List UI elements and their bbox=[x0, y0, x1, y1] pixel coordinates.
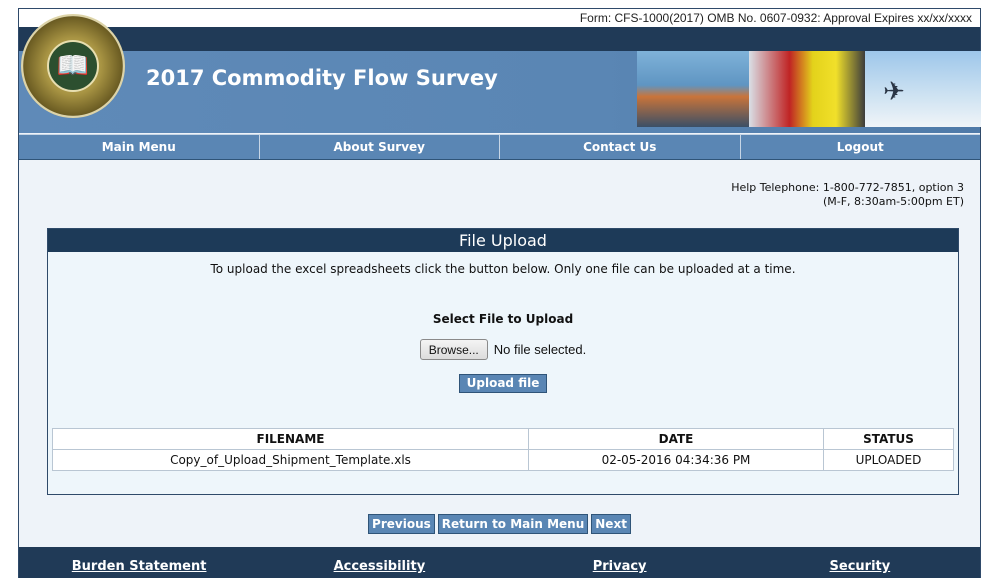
census-seal-logo: 📖 bbox=[21, 14, 125, 118]
previous-button[interactable]: Previous bbox=[368, 514, 435, 534]
next-button[interactable]: Next bbox=[591, 514, 631, 534]
panel-title: File Upload bbox=[48, 229, 958, 252]
file-picker: Browse... No file selected. bbox=[48, 339, 958, 360]
table-row: Copy_of_Upload_Shipment_Template.xls 02-… bbox=[52, 449, 954, 471]
nav-about-survey[interactable]: About Survey bbox=[260, 135, 500, 159]
airplane-photo: ✈ bbox=[865, 51, 981, 127]
form-info-line: Form: CFS-1000(2017) OMB No. 0607-0932: … bbox=[19, 9, 980, 27]
nav-main-menu[interactable]: Main Menu bbox=[19, 135, 260, 159]
trucks-photo bbox=[749, 51, 865, 127]
col-date: DATE bbox=[528, 428, 824, 450]
upload-instructions: To upload the excel spreadsheets click t… bbox=[210, 262, 796, 276]
no-file-status: No file selected. bbox=[493, 342, 587, 357]
cell-date: 02-05-2016 04:34:36 PM bbox=[528, 449, 824, 471]
footer-accessibility[interactable]: Accessibility bbox=[259, 559, 499, 578]
table-header-row: FILENAME DATE STATUS bbox=[52, 428, 954, 450]
footer: Burden Statement Accessibility Privacy S… bbox=[19, 547, 980, 578]
help-info: Help Telephone: 1-800-772-7851, option 3… bbox=[731, 181, 964, 209]
page-frame: Form: CFS-1000(2017) OMB No. 0607-0932: … bbox=[18, 8, 981, 578]
help-telephone: Help Telephone: 1-800-772-7851, option 3 bbox=[731, 181, 964, 194]
footer-security[interactable]: Security bbox=[740, 559, 980, 578]
site-title: 2017 Commodity Flow Survey bbox=[146, 66, 498, 90]
footer-privacy[interactable]: Privacy bbox=[500, 559, 740, 578]
col-filename: FILENAME bbox=[52, 428, 529, 450]
browse-button[interactable]: Browse... bbox=[419, 339, 488, 360]
nav-contact-us[interactable]: Contact Us bbox=[500, 135, 741, 159]
file-upload-panel: File Upload To upload the excel spreadsh… bbox=[47, 228, 959, 495]
select-file-label: Select File to Upload bbox=[432, 312, 574, 326]
nav-logout[interactable]: Logout bbox=[741, 135, 981, 159]
port-photo bbox=[637, 51, 749, 127]
footer-burden-statement[interactable]: Burden Statement bbox=[19, 559, 259, 578]
col-status: STATUS bbox=[823, 428, 954, 450]
banner-top-strip bbox=[19, 27, 980, 51]
header-photos: ✈ bbox=[637, 51, 981, 127]
upload-file-button[interactable]: Upload file bbox=[459, 374, 547, 393]
main-nav: Main Menu About Survey Contact Us Logout bbox=[19, 134, 980, 160]
cell-filename: Copy_of_Upload_Shipment_Template.xls bbox=[52, 449, 529, 471]
cell-status: UPLOADED bbox=[823, 449, 954, 471]
seal-book-icon: 📖 bbox=[47, 40, 99, 92]
return-main-menu-button[interactable]: Return to Main Menu bbox=[437, 514, 589, 534]
page-actions: Previous Return to Main Menu Next bbox=[19, 514, 980, 534]
help-hours: (M-F, 8:30am-5:00pm ET) bbox=[822, 195, 964, 208]
uploaded-files-table: FILENAME DATE STATUS Copy_of_Upload_Ship… bbox=[52, 428, 954, 471]
airplane-icon: ✈ bbox=[883, 77, 905, 107]
